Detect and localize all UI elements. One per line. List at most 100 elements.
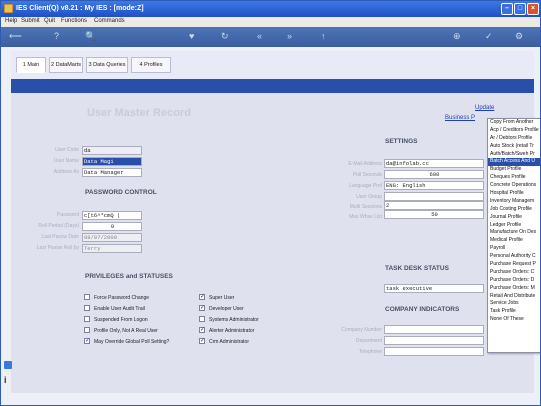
alerter-administrator-checkbox[interactable]: ✓ [199,327,205,333]
dropdown-item[interactable]: Journal Profile [488,214,540,222]
systems-administrator-label: Systems Administrator [209,317,259,323]
address-as-label: Address As [53,169,79,175]
dropdown-item[interactable]: Retail And Distribute [488,293,540,301]
update-link[interactable]: Update [475,105,494,111]
add-icon[interactable]: ⊕ [453,31,461,42]
force-password-change-checkbox[interactable] [84,294,90,300]
confirm-icon[interactable]: ✓ [485,31,493,42]
alerter-administrator-label: Alerter Administrator [209,328,255,334]
systems-administrator-checkbox[interactable] [199,316,205,322]
suspended-from-logon-label: Suspended From Logon [94,317,148,323]
language-label: Language Pref [349,183,382,189]
dropdown-item[interactable]: Purchase Request P [488,261,540,269]
language-select[interactable]: ENG: English [384,181,484,190]
developer-user-checkbox[interactable]: ✓ [199,305,205,311]
telephone-field[interactable] [384,347,484,356]
menu-functions[interactable]: Functions [61,18,87,24]
menu-bar: Help Submit Quit Functions Commands [1,17,540,27]
developer-user-label: Developer User [209,306,244,312]
dropdown-item[interactable]: Service Jobs [488,300,540,308]
roll-period-field[interactable]: 0 [82,222,142,231]
dropdown-item[interactable]: Budget Profile [488,166,540,174]
max-whse-field[interactable]: 50 [384,210,484,219]
user-code-field[interactable]: da [82,146,142,155]
page-title: User Master Record [87,107,191,119]
department-field[interactable] [384,336,484,345]
override-poll-label: May Override Global Poll Setting? [94,339,170,345]
privileges-section-heading: PRIVILEGES and STATUSES [85,273,173,280]
address-as-field[interactable]: Data Manager [82,168,142,177]
profile-only-label: Profile Only, Not A Real User [94,328,158,334]
search-icon[interactable]: 🔍 [85,31,96,42]
dropdown-item[interactable]: Hospital Profile [488,190,540,198]
menu-quit[interactable]: Quit [44,18,55,24]
dropdown-item[interactable]: Personal Authority C [488,253,540,261]
dropdown-item[interactable]: Medical Profile [488,237,540,245]
override-poll-checkbox[interactable]: ✓ [84,338,90,344]
minimize-icon[interactable]: – [501,3,513,15]
title-bar: IES Client(Q) v8.21 : My IES : [mode:Z] … [1,1,540,17]
company-number-label: Company Number [341,327,382,333]
tab-data-queries[interactable]: 3 Data Queries [86,57,128,73]
tab-main[interactable]: 1 Main [16,57,46,73]
favorite-icon[interactable]: ♥ [189,31,194,42]
info-icon[interactable]: i [4,375,14,385]
password-label: Password [57,212,79,218]
menu-commands[interactable]: Commands [94,18,125,24]
window-icon[interactable] [4,361,12,369]
password-section-heading: PASSWORD CONTROL [85,189,157,196]
user-name-field[interactable]: Data Magi [82,157,142,166]
dropdown-item[interactable]: Ar / Debtors Profile [488,135,540,143]
back-icon[interactable]: ⟵ [9,31,22,42]
user-group-field[interactable] [384,192,484,201]
poll-seconds-label: Poll Seconds [352,172,382,178]
dropdown-item[interactable]: Job Costing Profile [488,206,540,214]
dropdown-item[interactable]: Task Profile [488,308,540,316]
tab-profiles[interactable]: 4 Profiles [131,57,171,73]
dropdown-item[interactable]: Batch Access And U [488,158,540,167]
company-number-field[interactable] [384,325,484,334]
menu-help[interactable]: Help [5,18,17,24]
dropdown-item[interactable]: Auto Stock (retail Tr [488,143,540,151]
rewind-icon[interactable]: « [257,31,262,42]
dropdown-item[interactable]: Inventory Managem [488,198,540,206]
profile-only-checkbox[interactable] [84,327,90,333]
super-user-checkbox[interactable]: ✓ [199,294,205,300]
last-roll-date-label: Last Passw Date [41,234,79,240]
dropdown-item[interactable]: Purchase Orders: C [488,269,540,277]
task-desk-field[interactable]: task executive [384,284,484,293]
dropdown-item[interactable]: Cheques Profile [488,174,540,182]
super-user-label: Super User [209,295,235,301]
enable-audit-trail-checkbox[interactable] [84,305,90,311]
task-desk-heading: TASK DESK STATUS [385,265,449,272]
settings-icon[interactable]: ⚙ [515,31,523,42]
dropdown-item[interactable]: Manufacture On Des [488,229,540,237]
menu-submit[interactable]: Submit [21,18,40,24]
email-field[interactable]: da@infolab.cc [384,159,484,168]
app-icon [4,4,13,13]
suspended-from-logon-checkbox[interactable] [84,316,90,322]
dropdown-item[interactable]: None Of These [488,316,540,324]
tab-strip: 1 Main 2 DataMarts 3 Data Queries 4 Prof… [11,51,534,79]
password-field[interactable]: c[t6^*cmQ | [82,211,142,220]
forward-icon[interactable]: » [287,31,292,42]
maximize-icon[interactable]: □ [514,3,526,15]
upload-icon[interactable]: ↑ [321,31,326,42]
help-icon[interactable]: ? [54,31,59,42]
dropdown-item[interactable]: Concrete Operations [488,182,540,190]
dropdown-item[interactable]: Payroll [488,245,540,253]
settings-section-heading: SETTINGS [385,138,418,145]
dropdown-item[interactable]: Ledger Profile [488,222,540,230]
tab-datamarts[interactable]: 2 DataMarts [49,57,83,73]
dropdown-item[interactable]: Auth/Batch/Sweh Pr [488,151,540,159]
business-profile-link[interactable]: Business P [445,115,475,121]
multi-sessions-field[interactable]: 2 [384,201,484,210]
crm-administrator-checkbox[interactable]: ✓ [199,338,205,344]
dropdown-item[interactable]: Acp / Creditors Profile [488,127,540,135]
refresh-icon[interactable]: ↻ [221,31,229,42]
dropdown-item[interactable]: Copy From Another [488,119,540,127]
dropdown-item[interactable]: Purchase Orders: M [488,285,540,293]
close-icon[interactable]: × [527,3,539,15]
poll-seconds-field[interactable]: 600 [384,170,484,179]
dropdown-item[interactable]: Purchase Orders: D [488,277,540,285]
